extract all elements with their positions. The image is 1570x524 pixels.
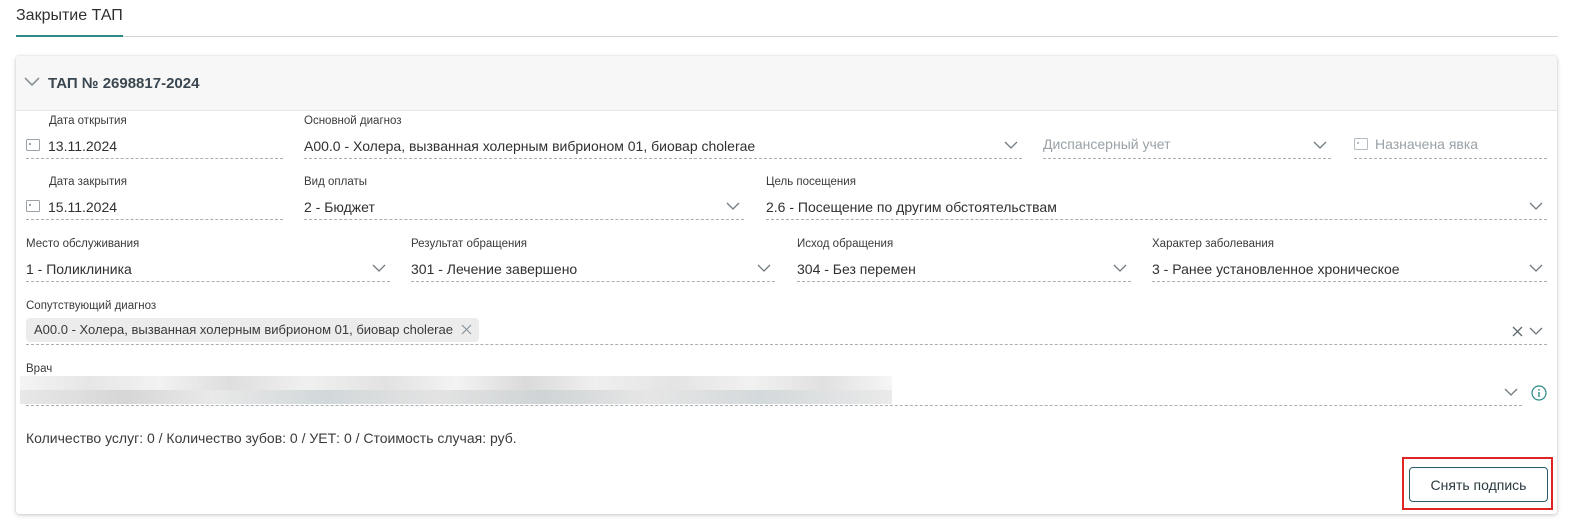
- chevron-down-icon[interactable]: [757, 264, 771, 273]
- disease-character-label: Характер заболевания: [1152, 238, 1275, 250]
- open-date-field[interactable]: 13.11.2024: [26, 129, 283, 159]
- chevron-down-icon[interactable]: [1113, 264, 1127, 273]
- clear-icon[interactable]: [1512, 326, 1523, 337]
- dispensary-placeholder: Диспансерный учет: [1043, 136, 1171, 152]
- diagnosis-chip[interactable]: A00.0 - Холера, вызванная холерным вибри…: [26, 318, 479, 342]
- payment-type-select[interactable]: 2 - Бюджет: [304, 190, 744, 220]
- disease-character-value: 3 - Ранее установленное хроническое: [1152, 261, 1400, 277]
- case-summary: Количество услуг: 0 / Количество зубов: …: [26, 430, 517, 446]
- card-title: ТАП № 2698817-2024: [48, 75, 200, 92]
- card-header[interactable]: ТАП № 2698817-2024: [16, 56, 1557, 111]
- doctor-value-redacted: [20, 376, 892, 404]
- close-date-value: 15.11.2024: [48, 199, 118, 215]
- chevron-down-icon[interactable]: [1529, 264, 1543, 273]
- visit-purpose-label: Цель посещения: [766, 176, 856, 188]
- appeal-outcome-label: Исход обращения: [797, 238, 894, 250]
- main-diagnosis-value: A00.0 - Холера, вызванная холерным вибри…: [304, 138, 756, 154]
- service-place-label: Место обслуживания: [26, 238, 140, 250]
- diagnosis-chip-label: A00.0 - Холера, вызванная холерным вибри…: [34, 322, 453, 337]
- appeal-outcome-value: 304 - Без перемен: [797, 261, 916, 277]
- dispensary-select[interactable]: Диспансерный учет: [1043, 129, 1331, 159]
- appointment-date-field[interactable]: Назначена явка: [1354, 129, 1547, 159]
- open-date-value: 13.11.2024: [48, 138, 118, 154]
- calendar-icon[interactable]: [26, 199, 40, 212]
- main-diagnosis-label: Основной диагноз: [304, 115, 402, 127]
- main-diagnosis-select[interactable]: A00.0 - Холера, вызванная холерным вибри…: [304, 129, 1022, 159]
- visit-purpose-value: 2.6 - Посещение по другим обстоятельства…: [766, 199, 1057, 215]
- chevron-down-icon[interactable]: [24, 76, 40, 88]
- chevron-down-icon[interactable]: [1504, 388, 1518, 397]
- appeal-outcome-select[interactable]: 304 - Без перемен: [797, 252, 1131, 282]
- chevron-down-icon[interactable]: [1004, 141, 1018, 150]
- chevron-down-icon[interactable]: [1529, 202, 1543, 211]
- appeal-result-select[interactable]: 301 - Лечение завершено: [411, 252, 775, 282]
- service-place-value: 1 - Поликлиника: [26, 261, 132, 277]
- open-date-label: Дата открытия: [49, 115, 127, 127]
- calendar-icon[interactable]: [1354, 137, 1368, 150]
- concomitant-diagnosis-label: Сопутствующий диагноз: [26, 300, 157, 312]
- calendar-icon[interactable]: [26, 138, 40, 151]
- payment-type-label: Вид оплаты: [304, 176, 368, 188]
- appeal-result-label: Результат обращения: [411, 238, 527, 250]
- info-icon[interactable]: [1531, 385, 1547, 401]
- concomitant-diagnosis-select[interactable]: A00.0 - Холера, вызванная холерным вибри…: [26, 314, 1547, 345]
- appeal-result-value: 301 - Лечение завершено: [411, 261, 578, 277]
- disease-character-select[interactable]: 3 - Ранее установленное хроническое: [1152, 252, 1547, 282]
- chevron-down-icon[interactable]: [372, 264, 386, 273]
- service-place-select[interactable]: 1 - Поликлиника: [26, 252, 390, 282]
- chevron-down-icon[interactable]: [1529, 327, 1543, 336]
- chevron-down-icon[interactable]: [1313, 141, 1327, 150]
- close-date-field[interactable]: 15.11.2024: [26, 190, 283, 220]
- payment-type-value: 2 - Бюджет: [304, 199, 375, 215]
- doctor-label: Врач: [26, 363, 53, 375]
- close-date-label: Дата закрытия: [49, 176, 127, 188]
- appointment-placeholder: Назначена явка: [1375, 136, 1479, 152]
- tab-bar: Закрытие ТАП: [16, 0, 1558, 37]
- highlight-frame: Снять подпись: [1402, 457, 1553, 510]
- visit-purpose-select[interactable]: 2.6 - Посещение по другим обстоятельства…: [766, 190, 1547, 220]
- tab-close-tap[interactable]: Закрытие ТАП: [16, 7, 123, 37]
- close-icon[interactable]: [461, 324, 472, 335]
- remove-signature-button[interactable]: Снять подпись: [1409, 467, 1548, 502]
- chevron-down-icon[interactable]: [726, 202, 740, 211]
